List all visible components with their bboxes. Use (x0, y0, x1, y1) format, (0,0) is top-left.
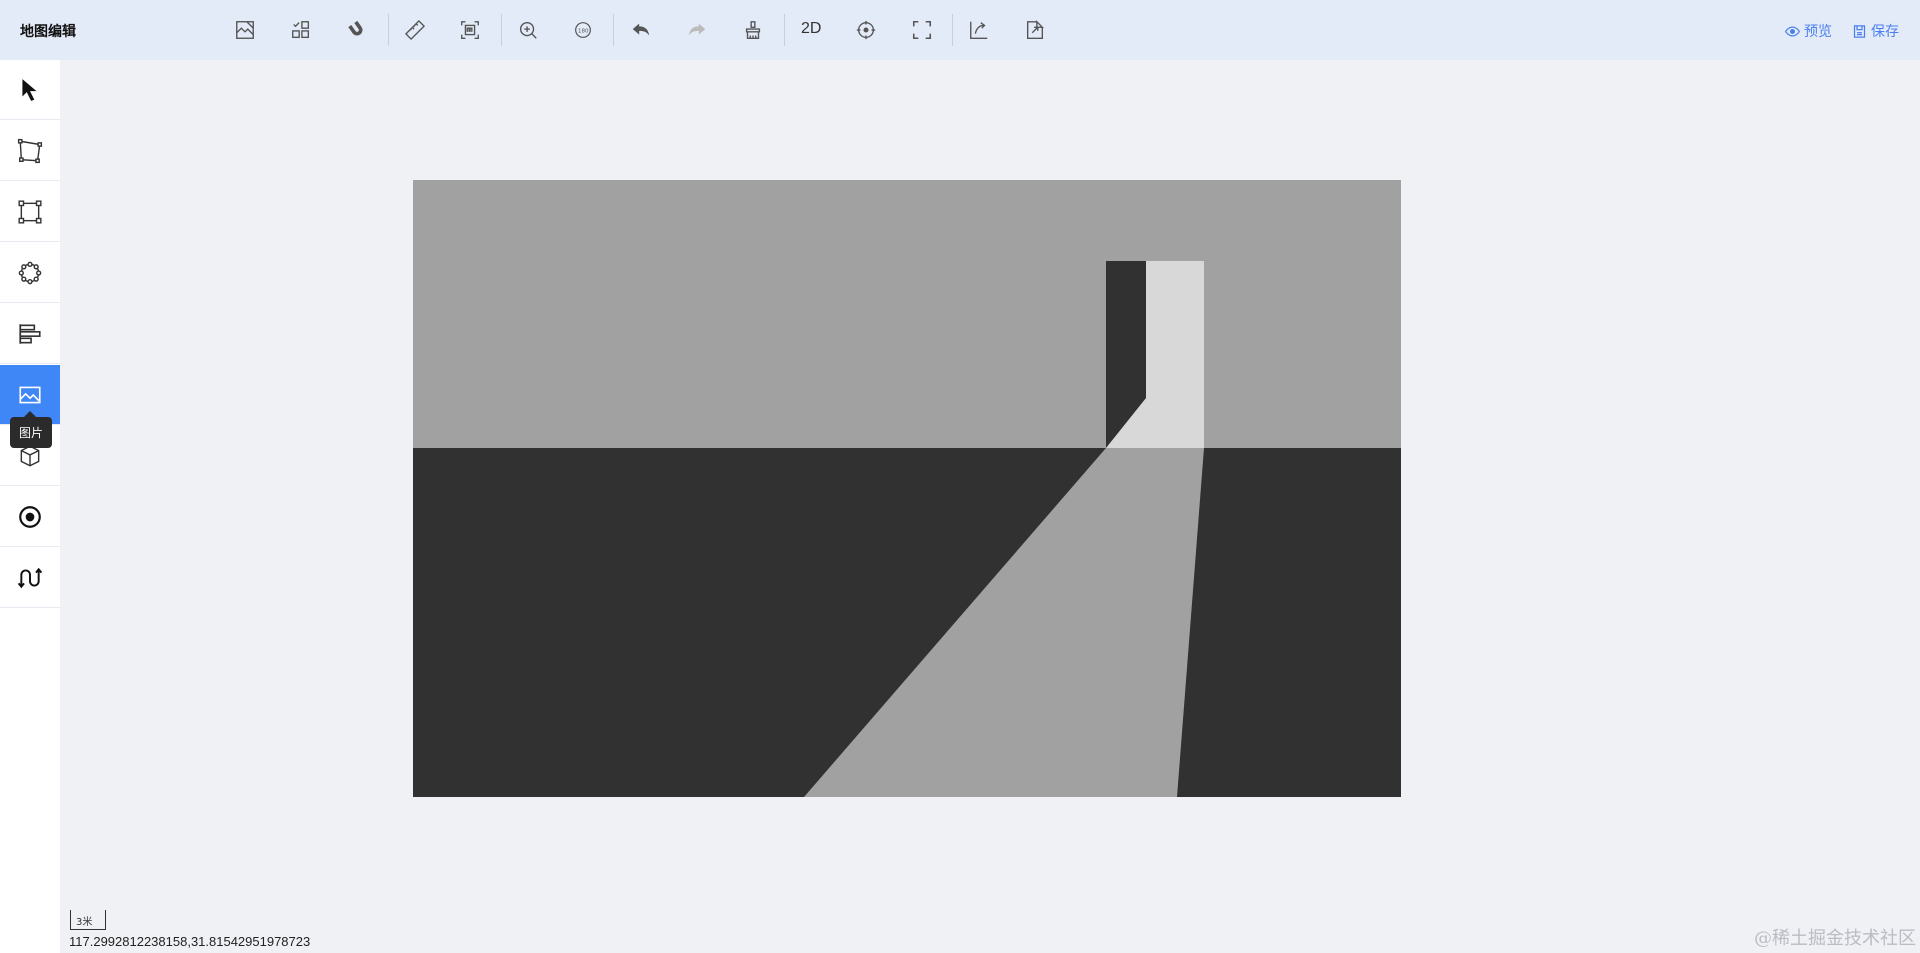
align-icon (19, 323, 41, 344)
ruler-icon[interactable] (402, 17, 428, 43)
locate-center-icon[interactable] (853, 17, 879, 43)
eye-icon (1785, 25, 1800, 37)
toolbar-divider (501, 14, 502, 46)
target-point-icon (19, 505, 41, 528)
map-canvas[interactable] (413, 180, 1401, 797)
select-tool-button[interactable] (0, 60, 60, 120)
magnet-icon[interactable] (344, 17, 370, 43)
top-toolbar: 地图编辑 180 2D 预览 保存 (0, 0, 1920, 60)
rectangle-tool-button[interactable] (0, 182, 60, 242)
chart-edit-icon[interactable] (966, 17, 992, 43)
cursor-coordinates: 117.2992812238158,31.81542951978723 (69, 934, 311, 949)
map-scale-bar: 3米 (70, 910, 106, 930)
point-tool-button[interactable] (0, 487, 60, 547)
fullscreen-icon[interactable] (909, 17, 935, 43)
cursor-arrow-icon (22, 78, 37, 101)
export-icon[interactable] (1022, 17, 1048, 43)
placed-floor-image[interactable] (413, 180, 1401, 797)
toolbar-divider (952, 14, 953, 46)
map-image-icon[interactable] (232, 17, 258, 43)
image-icon (19, 386, 41, 403)
svg-text:180: 180 (578, 28, 589, 34)
polygon-icon (17, 138, 43, 163)
image-tool-tooltip: 图片 (10, 411, 53, 448)
toolbar-divider (388, 14, 389, 46)
save-label: 保存 (1871, 24, 1899, 40)
app-title: 地图编辑 (20, 24, 76, 40)
watermark: @稀土掘金技术社区 (1754, 928, 1916, 949)
polygon-tool-button[interactable] (0, 121, 60, 181)
rotate-180-icon[interactable]: 180 (570, 17, 596, 43)
circle-tool-button[interactable] (0, 243, 60, 303)
save-button[interactable]: 保存 (1852, 21, 1899, 41)
tool-sidebar (0, 60, 60, 953)
toolbar-divider (784, 14, 785, 46)
toolbar-divider (613, 14, 614, 46)
preview-button[interactable]: 预览 (1785, 21, 1832, 41)
undo-icon[interactable] (628, 17, 654, 43)
rectangle-icon (18, 199, 42, 224)
zoom-in-icon[interactable] (515, 17, 541, 43)
route-icon (17, 567, 43, 588)
scale-label: 3米 (76, 917, 93, 928)
path-tool-button[interactable] (0, 548, 60, 608)
wall-area (413, 180, 1401, 448)
align-tool-button[interactable] (0, 304, 60, 364)
save-icon (1853, 24, 1866, 38)
redo-icon[interactable] (684, 17, 710, 43)
circle-nodes-icon (18, 261, 42, 284)
clear-brush-icon[interactable] (740, 17, 766, 43)
view-mode-toggle[interactable]: 2D (801, 20, 821, 38)
preview-label: 预览 (1804, 24, 1832, 40)
components-icon[interactable] (288, 17, 314, 43)
fit-frame-icon[interactable] (457, 17, 483, 43)
